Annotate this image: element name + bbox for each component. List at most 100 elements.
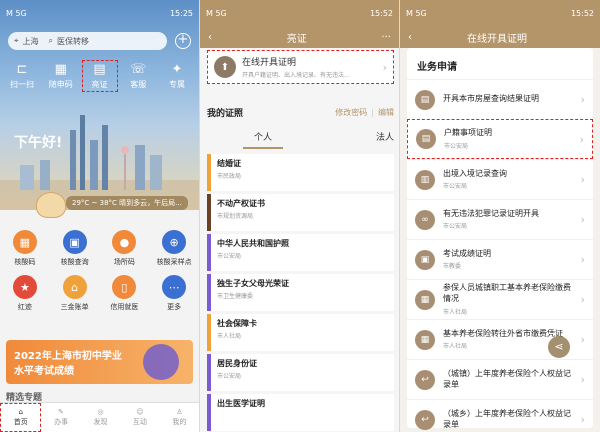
edit-password-link[interactable]: 修改密码	[335, 107, 367, 118]
service-item[interactable]: ▣ 考试成绩证明 市教委 ›	[407, 239, 593, 279]
service-credit-medical[interactable]: ▯ 信用就医	[100, 275, 150, 312]
star-icon: ✦	[171, 61, 183, 77]
service-sampling-site[interactable]: ⊕ 核酸采样点	[149, 230, 199, 267]
location-label[interactable]: 上海	[23, 36, 39, 47]
quick-label: 专属	[169, 79, 185, 89]
service-item[interactable]: ▥ 出境入境记录查询 市公安局 ›	[407, 159, 593, 199]
chevron-right-icon: ›	[580, 213, 585, 226]
service-label: 红迹	[17, 303, 32, 311]
card-title: 在线开具证明	[242, 58, 297, 68]
quick-scan[interactable]: ⊏ 扫一扫	[4, 60, 40, 92]
card-icon: ▤	[93, 61, 106, 77]
tab-label: 互动	[132, 418, 147, 426]
share-icon[interactable]: ⋖	[548, 336, 570, 358]
exam-banner[interactable]: 2022年上海市初中学业 水平考试成绩	[6, 340, 193, 384]
bottom-tab-bar: ⌂ 首页 ✎ 办事 ◎ 发现 ☺ 互动 ♙ 我的	[0, 402, 199, 432]
cert-item[interactable]: 结婚证 市民政局	[207, 154, 394, 191]
service-title: （城镇）上年度养老保险个人权益记录单	[443, 368, 571, 389]
certificate-icon: ▣	[415, 249, 435, 270]
edit-link[interactable]: 编辑	[378, 107, 394, 118]
service-item[interactable]: ↩ （城镇）上年度养老保险个人权益记录单 ›	[407, 359, 593, 399]
service-label: 核酸码	[14, 258, 36, 266]
chevron-right-icon: ›	[382, 60, 387, 74]
passport-icon: ▥	[415, 169, 435, 190]
service-funds-bill[interactable]: ⌂ 三金账单	[50, 275, 100, 312]
quick-exclusive[interactable]: ✦ 专属	[159, 60, 195, 92]
tab-label: 我的	[172, 418, 187, 426]
service-item[interactable]: ↩ （城乡）上年度养老保险个人权益记录单 ›	[407, 399, 593, 432]
cert-item[interactable]: 独生子女父母光荣证 市卫生健康委	[207, 274, 394, 311]
cert-org: 市卫生健康委	[217, 293, 254, 300]
more-icon[interactable]: ···	[381, 32, 391, 43]
service-item[interactable]: ∞ 有无违法犯罪记录证明开具 市公安局 ›	[407, 199, 593, 239]
service-item[interactable]: ▤ 开具本市房屋查询结果证明 ›	[407, 79, 593, 119]
service-more[interactable]: ⋯ 更多	[149, 275, 199, 312]
cert-name: 居民身份证	[217, 359, 257, 368]
quick-service[interactable]: ☏ 客服	[120, 60, 156, 92]
tab-mine[interactable]: ♙ 我的	[160, 403, 199, 432]
document-icon: ▤	[415, 89, 435, 110]
add-icon[interactable]: +	[175, 33, 191, 49]
service-red-trace[interactable]: ★ 红迹	[0, 275, 50, 312]
transfer-icon: ↩	[415, 409, 435, 430]
status-signal: M 5G	[206, 8, 227, 18]
status-bar: M 5G 15:52	[200, 0, 399, 26]
banner-line-1: 2022年上海市初中学业	[14, 351, 122, 362]
online-cert-card[interactable]: ⬆ 在线开具证明 开具户籍证明、出入境记录、有无违法... ›	[207, 50, 394, 84]
phone-icon: ▯	[112, 275, 137, 299]
cert-item[interactable]: 居民身份证 市公安局	[207, 354, 394, 391]
cert-name: 独生子女父母光荣证	[217, 279, 289, 288]
document-icon: ▤	[416, 129, 436, 149]
user-icon: ♙	[176, 408, 183, 416]
cert-item[interactable]: 出生医学证明	[207, 394, 394, 431]
qr-icon: ▦	[54, 61, 67, 77]
service-org: 市人社局	[443, 343, 468, 351]
service-place-code[interactable]: ● 场所码	[100, 230, 150, 267]
cert-org: 市公安局	[217, 373, 242, 380]
search-input[interactable]: ⌖ 上海 ⌕ 医保转移	[8, 32, 167, 50]
chevron-right-icon: ›	[579, 132, 584, 146]
service-nucleic-query[interactable]: ▣ 核酸查询	[50, 230, 100, 267]
weather-pill[interactable]: 29°C ~ 38°C 晴到多云，午后局...	[66, 196, 188, 210]
cert-item[interactable]: 社会保障卡 市人社局	[207, 314, 394, 351]
tab-home[interactable]: ⌂ 首页	[0, 403, 42, 432]
service-org: 市公安局	[444, 142, 469, 150]
service-item[interactable]: ▦ 参保人员城镇职工基本养老保险缴费情况 市人社局 ›	[407, 279, 593, 319]
quick-label: 亮证	[91, 79, 108, 89]
status-signal: M 5G	[6, 8, 27, 18]
tab-interact[interactable]: ☺ 互动	[120, 403, 159, 432]
headset-icon: ☏	[130, 61, 147, 77]
screen-online-cert: M 5G 15:52 ‹ 在线开具证明 业务申请 ▤ 开具本市房屋查询结果证明 › …	[400, 0, 600, 432]
tab-services[interactable]: ✎ 办事	[41, 403, 80, 432]
cert-org: 市公安局	[217, 253, 242, 260]
tab-label: 办事	[54, 418, 69, 426]
quick-suishen-code[interactable]: ▦ 随申码	[43, 60, 79, 92]
cert-org: 市民政局	[217, 173, 242, 180]
chevron-right-icon: ›	[580, 333, 585, 346]
search-placeholder: 医保转移	[57, 36, 89, 46]
discover-icon: ◎	[97, 408, 104, 416]
back-arrow-icon[interactable]: ‹	[208, 32, 212, 43]
page-title: 在线开具证明	[467, 33, 527, 45]
cert-name: 结婚证	[217, 159, 241, 168]
quick-actions: ⊏ 扫一扫 ▦ 随申码 ▤ 亮证 ☏ 客服 ✦ 专属	[4, 60, 195, 92]
search-icon: ⌕	[48, 36, 53, 45]
greeting-text: 下午好!	[14, 135, 63, 151]
service-label: 核酸采样点	[156, 258, 192, 266]
cert-item[interactable]: 不动产权证书 市规划资源局	[207, 194, 394, 231]
tab-personal[interactable]: 个人	[243, 130, 283, 149]
cert-name: 社会保障卡	[217, 319, 257, 328]
tab-discover[interactable]: ◎ 发现	[81, 403, 120, 432]
service-label: 三金账单	[60, 303, 89, 311]
tab-legal[interactable]: 法人	[376, 130, 394, 149]
service-item-household[interactable]: ▤ 户籍事项证明 市公安局 ›	[407, 119, 593, 159]
service-title: 有无违法犯罪记录证明开具	[443, 208, 539, 218]
service-label: 核酸查询	[60, 258, 89, 266]
quick-show-cert[interactable]: ▤ 亮证	[81, 60, 118, 92]
back-arrow-icon[interactable]: ‹	[408, 32, 412, 43]
cert-item[interactable]: 中华人民共和国护照 市公安局	[207, 234, 394, 271]
chevron-right-icon: ›	[580, 293, 585, 306]
quick-label: 扫一扫	[10, 79, 34, 89]
service-nucleic-code[interactable]: ▦ 核酸码	[0, 230, 50, 267]
service-label: 更多	[167, 303, 182, 311]
